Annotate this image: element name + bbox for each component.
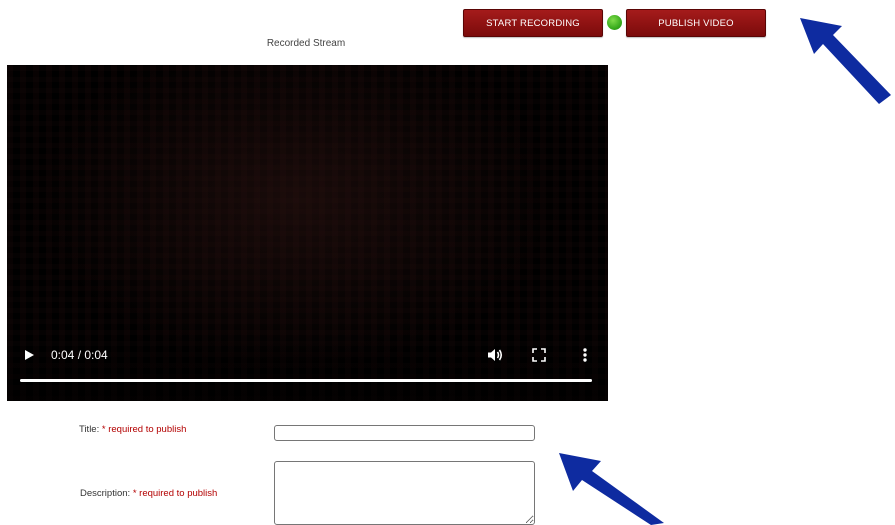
stream-caption: Recorded Stream xyxy=(266,38,346,49)
play-button[interactable] xyxy=(20,346,38,364)
recording-status-indicator xyxy=(607,15,622,30)
more-vert-icon xyxy=(583,348,587,362)
more-options-button[interactable] xyxy=(577,345,593,365)
title-required-note: * required to publish xyxy=(101,424,187,435)
description-required-note: * required to publish xyxy=(132,488,218,499)
start-recording-button[interactable]: START RECORDING xyxy=(463,9,603,37)
publish-video-button[interactable]: PUBLISH VIDEO xyxy=(626,9,766,37)
fullscreen-button[interactable] xyxy=(530,346,548,364)
fullscreen-icon xyxy=(532,348,546,362)
video-player[interactable]: 0:04 / 0:04 xyxy=(7,65,608,401)
volume-button[interactable] xyxy=(485,345,505,365)
title-field-label: Title: * required to publish xyxy=(79,424,186,435)
description-label-text: Description: xyxy=(80,488,131,499)
title-label-text: Title: xyxy=(79,424,100,435)
page: START RECORDING PUBLISH VIDEO Recorded S… xyxy=(0,0,895,525)
annotation-arrow-up-left xyxy=(800,18,891,104)
time-display: 0:04 / 0:04 xyxy=(51,348,108,362)
controls-overlay xyxy=(7,331,608,401)
play-icon xyxy=(25,350,34,360)
progress-bar[interactable] xyxy=(20,379,592,382)
volume-icon xyxy=(488,349,503,361)
progress-bar-fill xyxy=(20,379,592,382)
description-input[interactable] xyxy=(274,461,535,525)
annotation-arrow-up-left xyxy=(559,453,664,525)
description-field-label: Description: * required to publish xyxy=(80,488,217,499)
title-input[interactable] xyxy=(274,425,535,441)
